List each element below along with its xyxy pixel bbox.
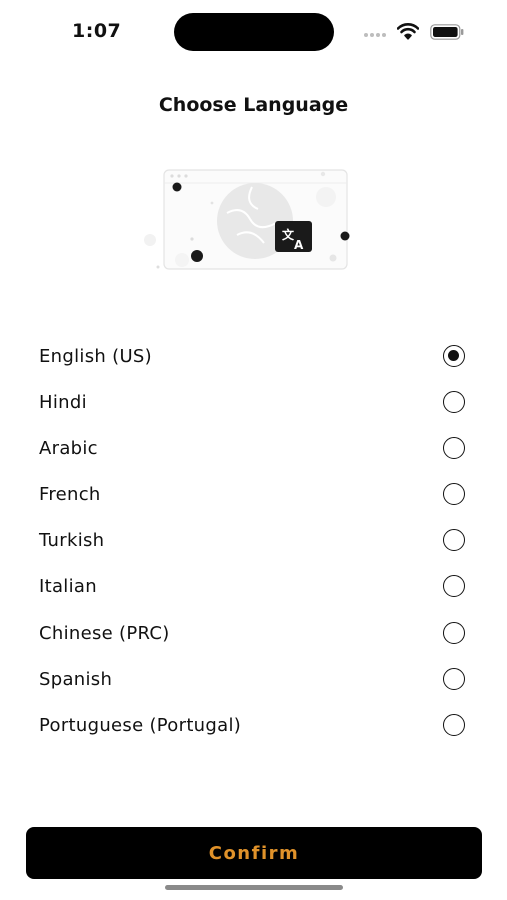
svg-text:A: A [294, 238, 304, 252]
home-indicator [165, 885, 343, 890]
radio-unselected[interactable] [443, 529, 465, 552]
language-label: Chinese (PRC) [39, 622, 170, 644]
language-label: English (US) [39, 346, 152, 367]
language-label: Italian [39, 576, 97, 598]
language-option-hindi[interactable]: Hindi [0, 381, 507, 427]
language-label: Turkish [39, 530, 105, 552]
language-list: English (US) Hindi Arabic French Turkish… [0, 335, 507, 750]
status-time: 1:07 [72, 20, 122, 42]
language-option-spanish[interactable]: Spanish [0, 658, 507, 704]
language-option-arabic[interactable]: Arabic [0, 427, 507, 473]
page-title: Choose Language [158, 94, 349, 116]
language-option-italian[interactable]: Italian [0, 565, 507, 611]
radio-unselected[interactable] [443, 575, 465, 598]
wifi-icon [397, 23, 419, 40]
confirm-button[interactable]: Confirm [26, 827, 482, 879]
language-label: French [39, 484, 101, 506]
language-option-english-us[interactable]: English (US) [0, 335, 507, 381]
language-option-chinese-prc[interactable]: Chinese (PRC) [0, 612, 507, 658]
language-label: Spanish [39, 668, 113, 690]
language-option-portuguese-portugal[interactable]: Portuguese (Portugal) [0, 704, 507, 750]
radio-unselected[interactable] [443, 391, 465, 414]
language-option-turkish[interactable]: Turkish [0, 519, 507, 565]
language-label: Hindi [39, 392, 87, 414]
radio-unselected[interactable] [443, 713, 465, 736]
language-label: Portuguese (Portugal) [39, 714, 242, 736]
radio-selected[interactable] [443, 345, 465, 367]
cellular-signal-icon [364, 33, 390, 37]
language-option-french[interactable]: French [0, 473, 507, 519]
radio-unselected[interactable] [443, 483, 465, 506]
battery-icon [430, 24, 464, 40]
radio-unselected[interactable] [443, 437, 465, 460]
translate-illustration: 文 A [144, 169, 350, 270]
status-bar: 1:07 [0, 0, 507, 64]
dynamic-island [174, 13, 334, 51]
radio-unselected[interactable] [443, 667, 465, 690]
language-label: Arabic [39, 438, 98, 460]
radio-unselected[interactable] [443, 621, 465, 644]
